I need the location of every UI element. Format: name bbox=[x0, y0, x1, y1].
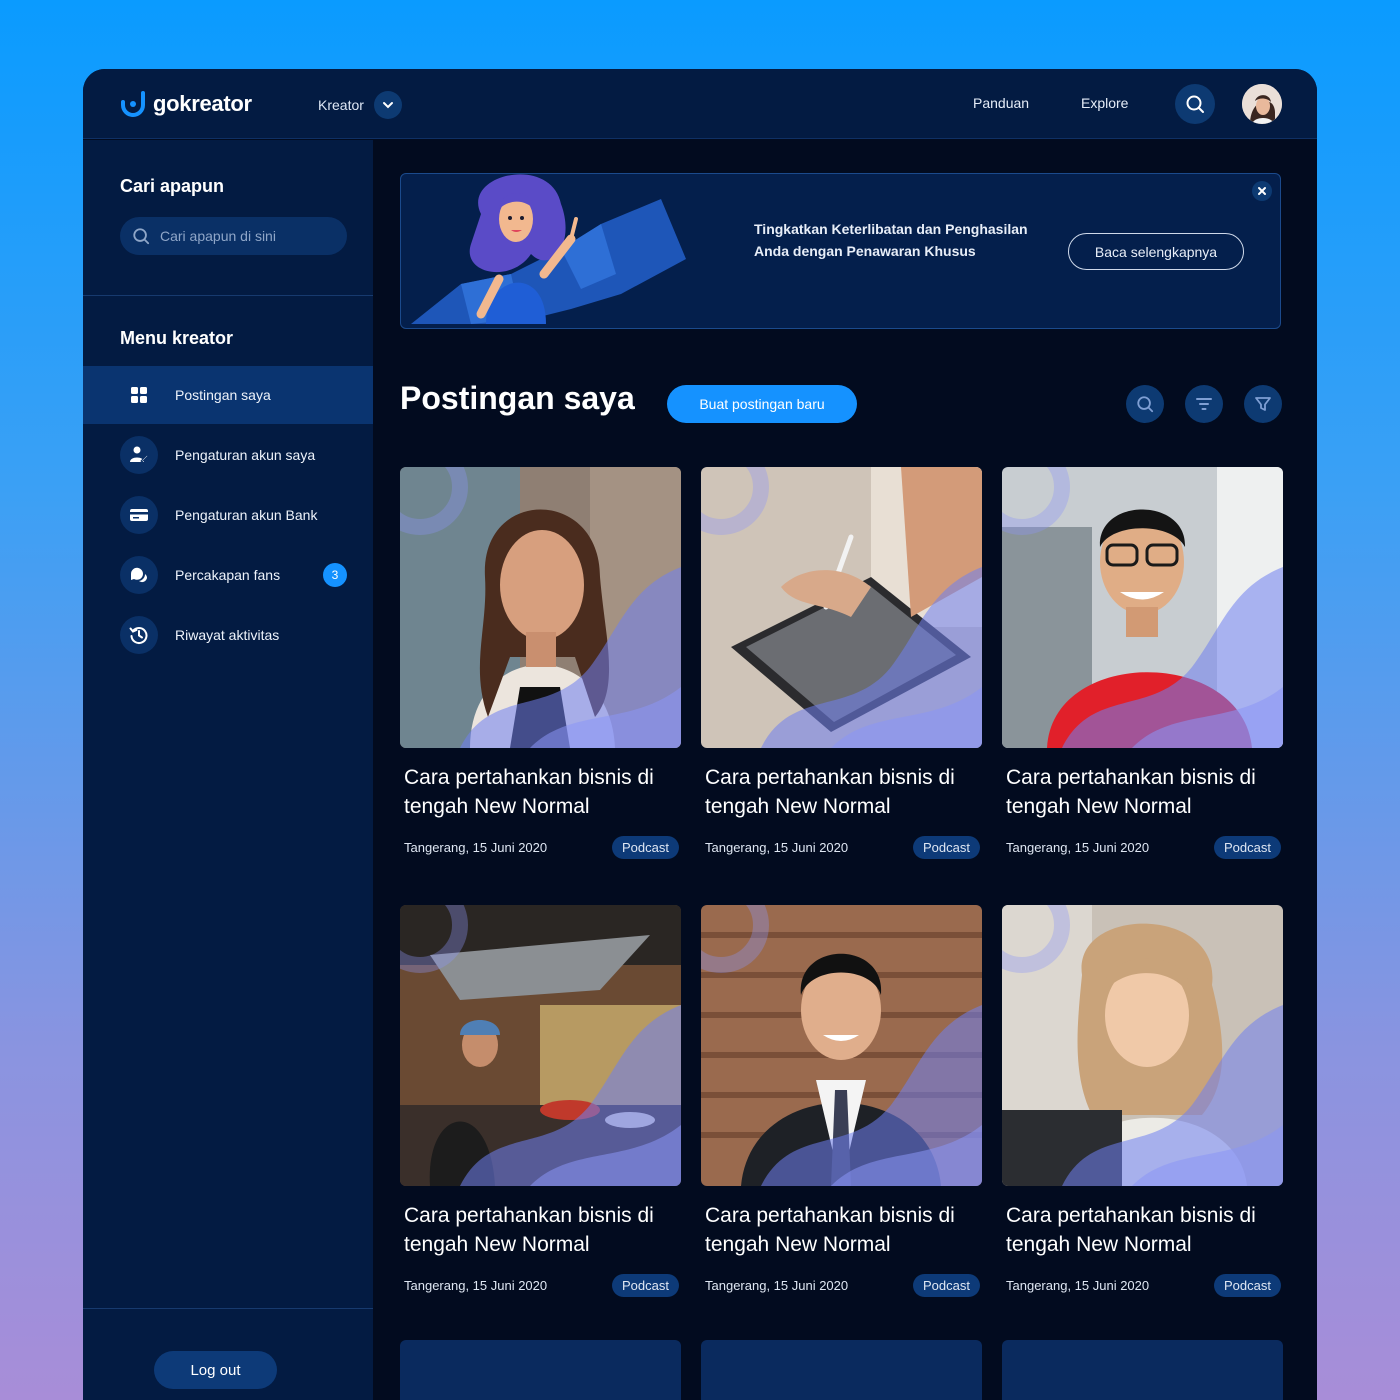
post-thumbnail[interactable] bbox=[400, 905, 681, 1186]
close-banner-button[interactable] bbox=[1252, 181, 1272, 201]
post-card[interactable]: Cara pertahankan bisnis di tengah New No… bbox=[400, 467, 681, 859]
close-icon bbox=[1258, 187, 1266, 195]
divider bbox=[83, 1308, 373, 1309]
page-title: Postingan saya bbox=[400, 380, 635, 416]
post-category-tag[interactable]: Podcast bbox=[1214, 1274, 1281, 1297]
post-card-placeholder bbox=[400, 1340, 681, 1400]
search-icon bbox=[1137, 396, 1154, 413]
sidebar-item-akun-bank[interactable]: Pengaturan akun Bank bbox=[83, 486, 373, 544]
sidebar-item-label: Pengaturan akun saya bbox=[175, 447, 316, 463]
sidebar-item-postingan-saya[interactable]: Postingan saya bbox=[83, 366, 373, 424]
post-meta: Tangerang, 15 Juni 2020 bbox=[1006, 840, 1150, 855]
post-category-tag[interactable]: Podcast bbox=[913, 1274, 980, 1297]
filter-button[interactable] bbox=[1244, 385, 1282, 423]
search-posts-button[interactable] bbox=[1126, 385, 1164, 423]
sidebar: Cari apapun Menu kreator Postingan saya … bbox=[83, 140, 373, 1400]
logo-icon bbox=[121, 91, 145, 117]
history-icon bbox=[120, 616, 158, 654]
post-meta: Tangerang, 15 Juni 2020 bbox=[1006, 1278, 1150, 1293]
user-edit-icon bbox=[120, 436, 158, 474]
sidebar-item-pengaturan-akun[interactable]: Pengaturan akun saya bbox=[83, 426, 373, 484]
filter-icon bbox=[1255, 397, 1271, 411]
post-meta: Tangerang, 15 Juni 2020 bbox=[404, 1278, 548, 1293]
divider bbox=[83, 295, 373, 296]
bank-card-icon bbox=[120, 496, 158, 534]
chevron-down-icon[interactable] bbox=[373, 91, 402, 119]
post-title[interactable]: Cara pertahankan bisnis di tengah New No… bbox=[404, 1201, 679, 1259]
banner-text: Tingkatkan Keterlibatan dan Penghasilan … bbox=[754, 221, 1028, 259]
search-button[interactable] bbox=[1175, 84, 1215, 124]
sidebar-item-percakapan-fans[interactable]: Percakapan fans 3 bbox=[83, 546, 373, 604]
search-heading: Cari apapun bbox=[120, 176, 225, 196]
post-category-tag[interactable]: Podcast bbox=[1214, 836, 1281, 859]
post-category-tag[interactable]: Podcast bbox=[612, 1274, 679, 1297]
search-input[interactable] bbox=[160, 228, 330, 244]
post-meta: Tangerang, 15 Juni 2020 bbox=[705, 840, 849, 855]
logo[interactable]: gokreator bbox=[119, 90, 252, 118]
logo-text: gokreator bbox=[153, 91, 252, 116]
banner-illustration bbox=[411, 174, 686, 324]
post-card[interactable]: Cara pertahankan bisnis di tengah New No… bbox=[701, 905, 982, 1297]
read-more-button[interactable]: Baca selengkapnya bbox=[1068, 233, 1244, 270]
nav-link-panduan[interactable]: Panduan bbox=[973, 95, 1029, 111]
post-card-placeholder bbox=[1002, 1340, 1283, 1400]
role-dropdown-label: Kreator bbox=[318, 97, 364, 113]
sidebar-item-label: Postingan saya bbox=[175, 387, 271, 403]
post-thumbnail[interactable] bbox=[701, 467, 982, 748]
post-meta: Tangerang, 15 Juni 2020 bbox=[705, 1278, 849, 1293]
promo-banner: Tingkatkan Keterlibatan dan Penghasilan … bbox=[400, 173, 1281, 329]
post-title[interactable]: Cara pertahankan bisnis di tengah New No… bbox=[404, 763, 679, 821]
post-card[interactable]: Cara pertahankan bisnis di tengah New No… bbox=[701, 467, 982, 859]
new-post-button[interactable]: Buat postingan baru bbox=[667, 385, 857, 423]
app-window: gokreator Kreator Panduan Explore Cari a… bbox=[83, 69, 1317, 1400]
grid-icon bbox=[120, 376, 158, 414]
post-thumbnail[interactable] bbox=[1002, 905, 1283, 1186]
sidebar-item-label: Percakapan fans bbox=[175, 567, 281, 583]
post-thumbnail[interactable] bbox=[701, 905, 982, 1186]
post-title[interactable]: Cara pertahankan bisnis di tengah New No… bbox=[1006, 1201, 1281, 1259]
post-title[interactable]: Cara pertahankan bisnis di tengah New No… bbox=[1006, 763, 1281, 821]
menu-heading: Menu kreator bbox=[120, 328, 234, 348]
sidebar-search[interactable] bbox=[120, 217, 347, 255]
logout-button[interactable]: Log out bbox=[154, 1351, 277, 1389]
top-navigation-bar: gokreator Kreator Panduan Explore bbox=[83, 69, 1317, 139]
role-dropdown[interactable]: Kreator bbox=[318, 91, 402, 119]
avatar[interactable] bbox=[1242, 84, 1282, 124]
sidebar-item-riwayat-aktivitas[interactable]: Riwayat aktivitas bbox=[83, 606, 373, 664]
post-category-tag[interactable]: Podcast bbox=[913, 836, 980, 859]
post-thumbnail[interactable] bbox=[400, 467, 681, 748]
post-title[interactable]: Cara pertahankan bisnis di tengah New No… bbox=[705, 763, 980, 821]
post-card-placeholder bbox=[701, 1340, 982, 1400]
notification-badge: 3 bbox=[323, 563, 347, 587]
sidebar-item-label: Pengaturan akun Bank bbox=[175, 507, 318, 523]
post-title[interactable]: Cara pertahankan bisnis di tengah New No… bbox=[705, 1201, 980, 1259]
nav-link-explore[interactable]: Explore bbox=[1081, 95, 1128, 111]
post-card[interactable]: Cara pertahankan bisnis di tengah New No… bbox=[1002, 467, 1283, 859]
post-meta: Tangerang, 15 Juni 2020 bbox=[404, 840, 548, 855]
search-icon bbox=[1186, 95, 1204, 113]
sort-icon bbox=[1196, 398, 1212, 410]
search-icon bbox=[133, 228, 150, 245]
sort-button[interactable] bbox=[1185, 385, 1223, 423]
post-category-tag[interactable]: Podcast bbox=[612, 836, 679, 859]
sidebar-item-label: Riwayat aktivitas bbox=[175, 627, 280, 643]
post-card[interactable]: Cara pertahankan bisnis di tengah New No… bbox=[400, 905, 681, 1297]
post-card[interactable]: Cara pertahankan bisnis di tengah New No… bbox=[1002, 905, 1283, 1297]
chat-icon bbox=[120, 556, 158, 594]
post-thumbnail[interactable] bbox=[1002, 467, 1283, 748]
